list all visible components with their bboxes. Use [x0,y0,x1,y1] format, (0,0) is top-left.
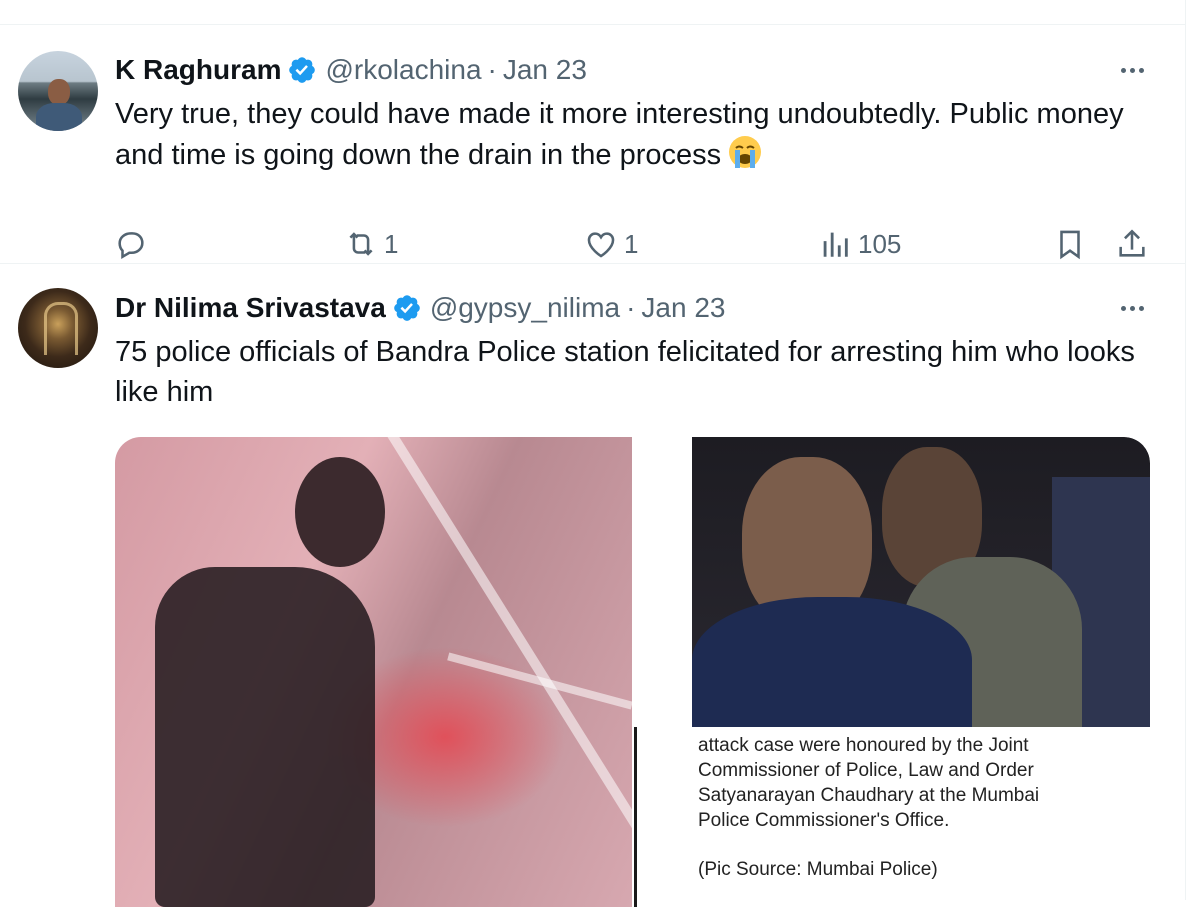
media-caption: attack case were honoured by the Joint C… [692,727,1150,907]
media-photo-left[interactable] [115,437,670,907]
media-divider [632,437,692,907]
avatar[interactable] [18,288,98,368]
tweet-header: Dr Nilima Srivastava @gypsy_nilima · Jan… [115,291,726,325]
reply-icon [118,232,144,259]
views-chart-icon [823,232,848,257]
verified-badge-icon[interactable] [287,55,317,85]
author-handle[interactable]: @rkolachina [325,54,481,86]
tweet-text-content: Very true, they could have made it more … [115,98,1124,171]
more-options-icon[interactable] [1112,293,1152,323]
tweet-actions: 1 1 105 [0,221,1185,267]
views-button[interactable]: 105 [818,221,901,267]
caption-line: Satyanarayan Chaudhary at the Mumbai [698,785,1040,806]
header-separator: · [626,292,636,323]
like-button[interactable]: 1 [584,221,638,267]
verified-badge-icon[interactable] [392,293,422,323]
tweet-header: K Raghuram @rkolachina · Jan 23 [115,53,587,87]
bookmark-button[interactable] [1053,221,1087,267]
bookmark-icon [1060,230,1080,260]
author-handle[interactable]: @gypsy_nilima [430,292,620,324]
tweet-text: 75 police officials of Bandra Police sta… [115,336,1135,408]
caption-source: (Pic Source: Mumbai Police) [698,859,938,880]
caption-line: Police Commissioner's Office. [698,810,950,831]
loudly-crying-face-icon [729,136,762,168]
share-icon [1119,229,1145,257]
timeline-top-divider [0,0,1185,25]
heart-icon [587,232,615,258]
tweet-media[interactable]: attack case were honoured by the Joint C… [115,437,1150,907]
author-name[interactable]: Dr Nilima Srivastava [115,292,386,324]
tweet-date[interactable]: Jan 23 [503,54,587,86]
retweet-count: 1 [384,228,399,259]
media-photo-right[interactable] [692,437,1150,727]
like-count: 1 [624,228,639,259]
retweet-button[interactable]: 1 [344,221,398,267]
retweet-icon [349,232,373,256]
timeline-right-border [1185,0,1186,900]
author-name[interactable]: K Raghuram [115,54,281,86]
header-separator: · [487,54,497,85]
avatar[interactable] [18,51,98,131]
caption-line: Commissioner of Police, Law and Order [698,760,1034,781]
tweet-date[interactable]: Jan 23 [641,292,725,324]
share-button[interactable] [1115,221,1149,267]
tweet-text: Very true, they could have made it more … [115,94,1155,175]
reply-button[interactable] [114,221,148,267]
caption-line: attack case were honoured by the Joint [698,735,1029,756]
tweet-1[interactable]: K Raghuram @rkolachina · Jan 23 Very tru… [0,25,1185,264]
more-options-icon[interactable] [1112,55,1152,85]
views-count: 105 [858,228,902,259]
